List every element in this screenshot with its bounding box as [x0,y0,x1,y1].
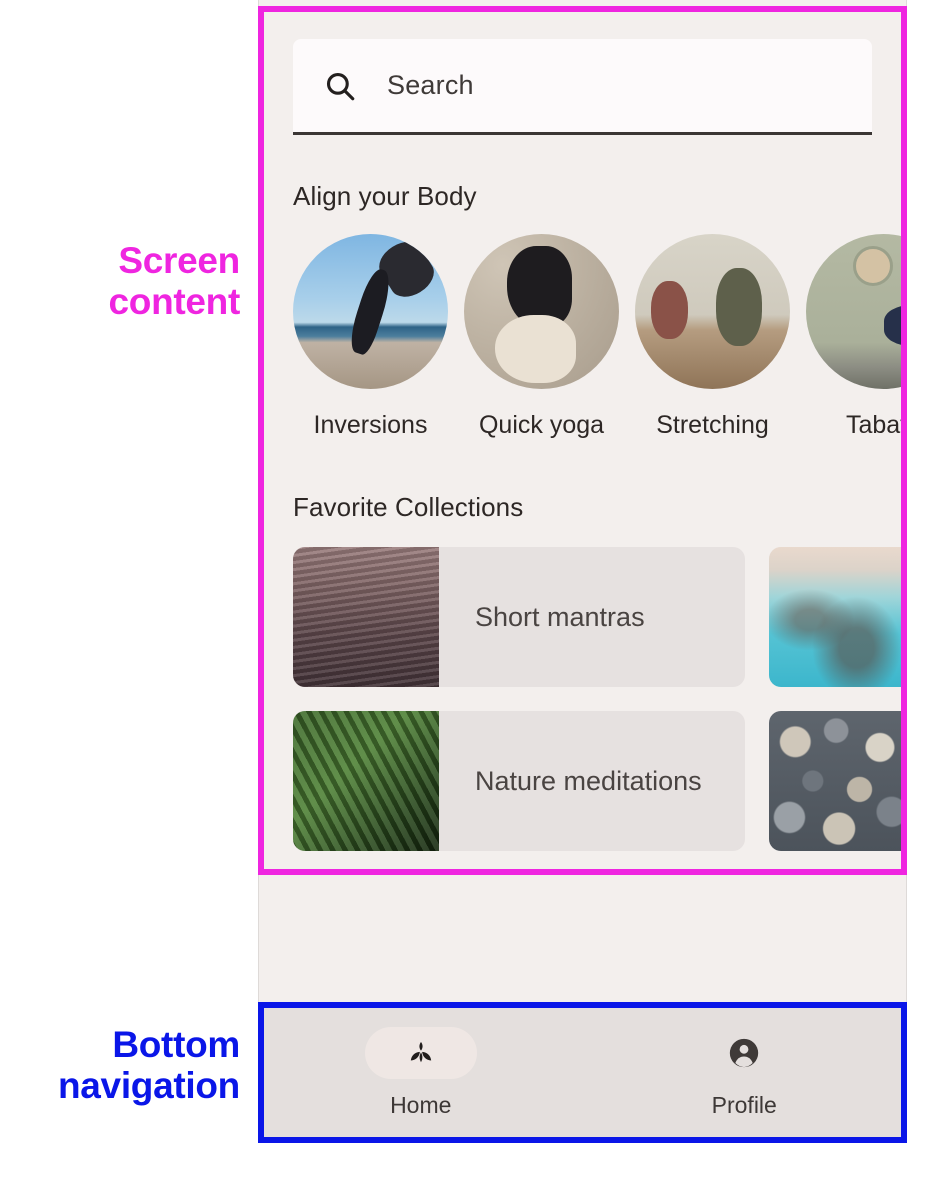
nav-active-indicator [364,1026,477,1079]
collection-card-turquoise[interactable] [769,547,906,687]
circle-image-tabata [806,234,906,389]
phone-frame: Search Align your Body Inversions Quick … [258,0,907,1143]
circle-item-quick-yoga[interactable]: Quick yoga [464,234,619,440]
nav-icon-container [688,1027,800,1079]
screenshot-root: Screen content Bottom navigation Search … [0,0,934,1184]
circle-label: Stretching [656,411,769,439]
section-title-align-your-body: Align your Body [293,181,477,211]
circle-label: Quick yoga [478,411,605,439]
bottom-navigation-bar: Home Profile [259,1002,906,1143]
circle-item-stretching[interactable]: Stretching [635,234,790,440]
collection-thumbnail [293,711,439,851]
search-input[interactable]: Search [387,70,474,101]
collection-card-pebbles[interactable] [769,711,906,851]
circle-image-quick-yoga [464,234,619,389]
collection-thumbnail [293,547,439,687]
section-title-favorite-collections: Favorite Collections [293,492,524,522]
circle-item-tabata[interactable]: Tabata [806,234,906,440]
collection-card-short-mantras[interactable]: Short mantras [293,547,745,687]
nav-label-profile: Profile [711,1091,777,1118]
nav-item-profile[interactable]: Profile [583,1027,907,1119]
search-field[interactable]: Search [293,39,872,135]
align-your-body-row[interactable]: Inversions Quick yoga Stretching Taba [259,234,906,440]
account-circle-icon [727,1036,761,1070]
collection-label: Short mantras [475,601,645,632]
nav-item-home[interactable]: Home [259,1026,583,1119]
annotation-label-screen-content: Screen content [108,240,240,323]
collection-thumbnail [769,547,906,687]
nav-label-home: Home [390,1091,452,1118]
spa-lotus-icon [404,1036,438,1070]
screen-content-area: Search Align your Body Inversions Quick … [259,0,906,1002]
search-icon [323,69,357,103]
annotation-label-bottom-navigation: Bottom navigation [57,1024,240,1107]
circle-item-inversions[interactable]: Inversions [293,234,448,440]
circle-image-inversions [293,234,448,389]
circle-label: Inversions [313,411,428,439]
favorite-collections-grid[interactable]: Short mantras Nature meditations [259,547,906,851]
circle-image-stretching [635,234,790,389]
circle-label: Tabata [845,411,906,439]
collection-card-nature-meditations[interactable]: Nature meditations [293,711,745,851]
collection-label: Nature meditations [475,765,702,796]
collection-thumbnail [769,711,906,851]
